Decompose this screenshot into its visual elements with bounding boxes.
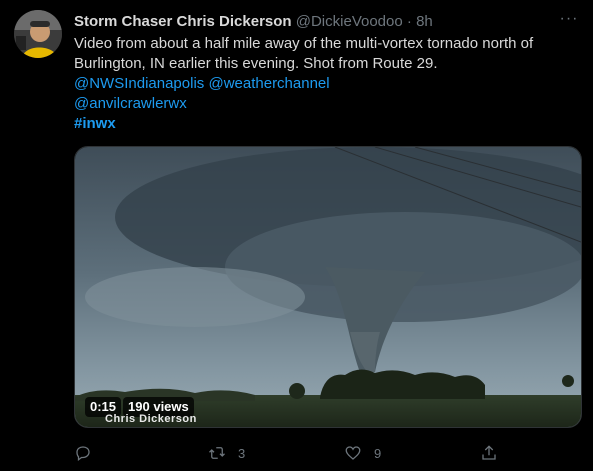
video-player[interactable]: 0:15 190 views Chris Dickerson xyxy=(74,146,582,428)
reply-icon xyxy=(76,446,90,462)
video-watermark: Chris Dickerson xyxy=(105,413,197,425)
tweet-text-line: Burlington, IN earlier this evening. Sho… xyxy=(74,55,438,72)
video-frame xyxy=(75,147,581,427)
tweet: Storm Chaser Chris Dickerson @DickieVood… xyxy=(0,0,593,471)
avatar[interactable] xyxy=(14,10,62,58)
like-button[interactable]: 9 xyxy=(344,441,381,465)
reply-button[interactable] xyxy=(74,441,104,465)
author-handle[interactable]: @DickieVoodoo xyxy=(296,13,403,30)
like-icon xyxy=(345,446,361,460)
mention-link[interactable]: @NWSIndianapolis xyxy=(74,75,204,92)
separator-dot: · xyxy=(406,13,412,30)
share-icon xyxy=(482,445,496,460)
tweet-text-line: Video from about a half mile away of the… xyxy=(74,35,534,52)
more-icon[interactable]: ··· xyxy=(557,10,581,30)
mention-link[interactable]: @anvilcrawlerwx xyxy=(74,95,187,112)
tweet-actions: 3 9 xyxy=(74,441,504,465)
share-button[interactable] xyxy=(480,441,498,465)
mentions-line: @NWSIndianapolis @weatherchannel xyxy=(74,74,574,94)
hashtag-link[interactable]: #inwx xyxy=(74,115,116,132)
retweet-icon xyxy=(209,447,225,459)
retweet-button[interactable]: 3 xyxy=(208,441,245,465)
tweet-header: Storm Chaser Chris Dickerson @DickieVood… xyxy=(74,12,553,32)
avatar-image xyxy=(14,10,62,58)
mention-link[interactable]: @weatherchannel xyxy=(208,75,329,92)
like-count: 9 xyxy=(374,445,382,461)
retweet-count: 3 xyxy=(238,445,246,461)
timestamp[interactable]: 8h xyxy=(416,13,433,30)
author-name[interactable]: Storm Chaser Chris Dickerson xyxy=(74,13,292,30)
tweet-text: Video from about a half mile away of the… xyxy=(74,34,574,134)
